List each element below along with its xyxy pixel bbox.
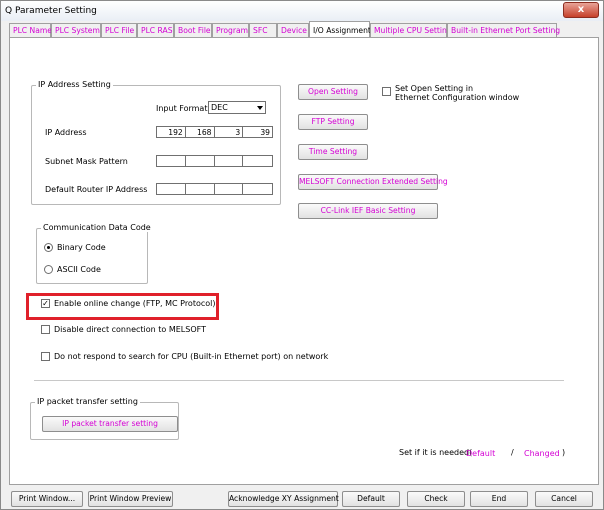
subnet-octet-4[interactable] [243,156,272,166]
ip-octet-2[interactable]: 168 [186,127,215,137]
tab-sfc[interactable]: SFC [249,23,277,37]
ip-octet-3[interactable]: 3 [215,127,244,137]
cancel-button[interactable]: Cancel [535,491,593,507]
input-format-label: Input Format [156,104,208,113]
window-title: Q Parameter Setting [5,6,97,16]
online-change-label: Enable online change (FTP, MC Protocol) [54,299,216,308]
tab-device[interactable]: Device [277,23,309,37]
tab-program[interactable]: Program [212,23,249,37]
tab-plc-name[interactable]: PLC Name [9,23,52,37]
settings-panel: IP Address Setting Input Format DEC IP A… [9,37,599,485]
router-label: Default Router IP Address [45,185,148,194]
legend-prefix: Set if it is needed( [399,448,473,457]
open-setting-button[interactable]: Open Setting [298,84,368,100]
bottom-button-bar: Print Window... Print Window Preview Ack… [9,489,599,507]
print-preview-button[interactable]: Print Window Preview [88,491,173,507]
comm-data-code-group: Communication Data Code Binary Code ASCI… [36,223,153,284]
ip-address-group: IP Address Setting Input Format DEC IP A… [31,80,281,205]
print-window-button[interactable]: Print Window... [11,491,83,507]
cclink-ief-button[interactable]: CC-Link IEF Basic Setting [298,203,438,219]
subnet-label: Subnet Mask Pattern [45,157,128,166]
subnet-octet-3[interactable] [215,156,244,166]
default-button[interactable]: Default [342,491,400,507]
open-setting-check-line2: Ethernet Configuration window [395,93,520,102]
tab-boot-file[interactable]: Boot File [174,23,212,37]
ip-octet-1[interactable]: 192 [157,127,186,137]
melsoft-extended-button[interactable]: MELSOFT Connection Extended Setting [298,174,448,190]
tab-multiple-cpu[interactable]: Multiple CPU Setting [370,23,452,37]
router-octet-1[interactable] [157,184,186,194]
tab-plc-ras[interactable]: PLC RAS [137,23,174,37]
subnet-octet-2[interactable] [186,156,215,166]
legend-suffix: ) [562,448,566,457]
tab-plc-file[interactable]: PLC File [101,23,137,37]
ip-address-field[interactable]: 192 168 3 39 [156,126,273,138]
check-button[interactable]: Check [407,491,465,507]
tab-io-assignment[interactable]: I/O Assignment [309,21,371,38]
online-change-checkbox[interactable]: ✓ [41,299,50,308]
ip-packet-group: IP packet transfer setting IP packet tra… [30,397,179,440]
comm-data-code-label: Communication Data Code [41,223,153,232]
ascii-code-label: ASCII Code [57,265,101,274]
open-setting-check-line1: Set Open Setting in [395,84,474,93]
router-octet-3[interactable] [215,184,244,194]
input-format-value: DEC [211,103,228,112]
no-respond-checkbox[interactable] [41,352,50,361]
time-setting-button[interactable]: Time Setting [298,144,368,160]
binary-code-radio[interactable] [44,243,53,252]
chevron-down-icon [257,106,263,110]
acknowledge-xy-button[interactable]: Acknowledge XY Assignment [228,491,339,507]
close-icon[interactable]: x [563,2,599,18]
router-field[interactable] [156,183,273,195]
ip-octet-4[interactable]: 39 [243,127,272,137]
end-button[interactable]: End [470,491,528,507]
tab-builtin-ethernet[interactable]: Built-in Ethernet Port Setting [447,23,560,37]
binary-code-label: Binary Code [57,243,106,252]
q-parameter-window: Q Parameter Setting x PLC Name PLC Syste… [0,0,604,510]
router-octet-4[interactable] [243,184,272,194]
ascii-code-radio[interactable] [44,265,53,274]
input-format-select[interactable]: DEC [208,101,266,114]
ip-address-group-label: IP Address Setting [36,80,113,89]
ip-packet-group-label: IP packet transfer setting [35,397,140,406]
no-respond-label: Do not respond to search for CPU (Built-… [54,352,329,361]
disable-direct-label: Disable direct connection to MELSOFT [54,325,206,334]
router-octet-2[interactable] [186,184,215,194]
ftp-setting-button[interactable]: FTP Setting [298,114,368,130]
disable-direct-checkbox[interactable] [41,325,50,334]
tab-plc-system[interactable]: PLC System [51,23,101,37]
subnet-field[interactable] [156,155,273,167]
legend-default: Default [466,449,496,458]
subnet-octet-1[interactable] [157,156,186,166]
ip-address-label: IP Address [45,128,87,137]
legend-changed: Changed [524,449,560,458]
ip-packet-transfer-button[interactable]: IP packet transfer setting [42,416,178,432]
legend-slash: / [511,448,514,457]
title-bar: Q Parameter Setting x [1,1,603,21]
open-setting-checkbox[interactable] [382,87,391,96]
separator [34,380,564,381]
